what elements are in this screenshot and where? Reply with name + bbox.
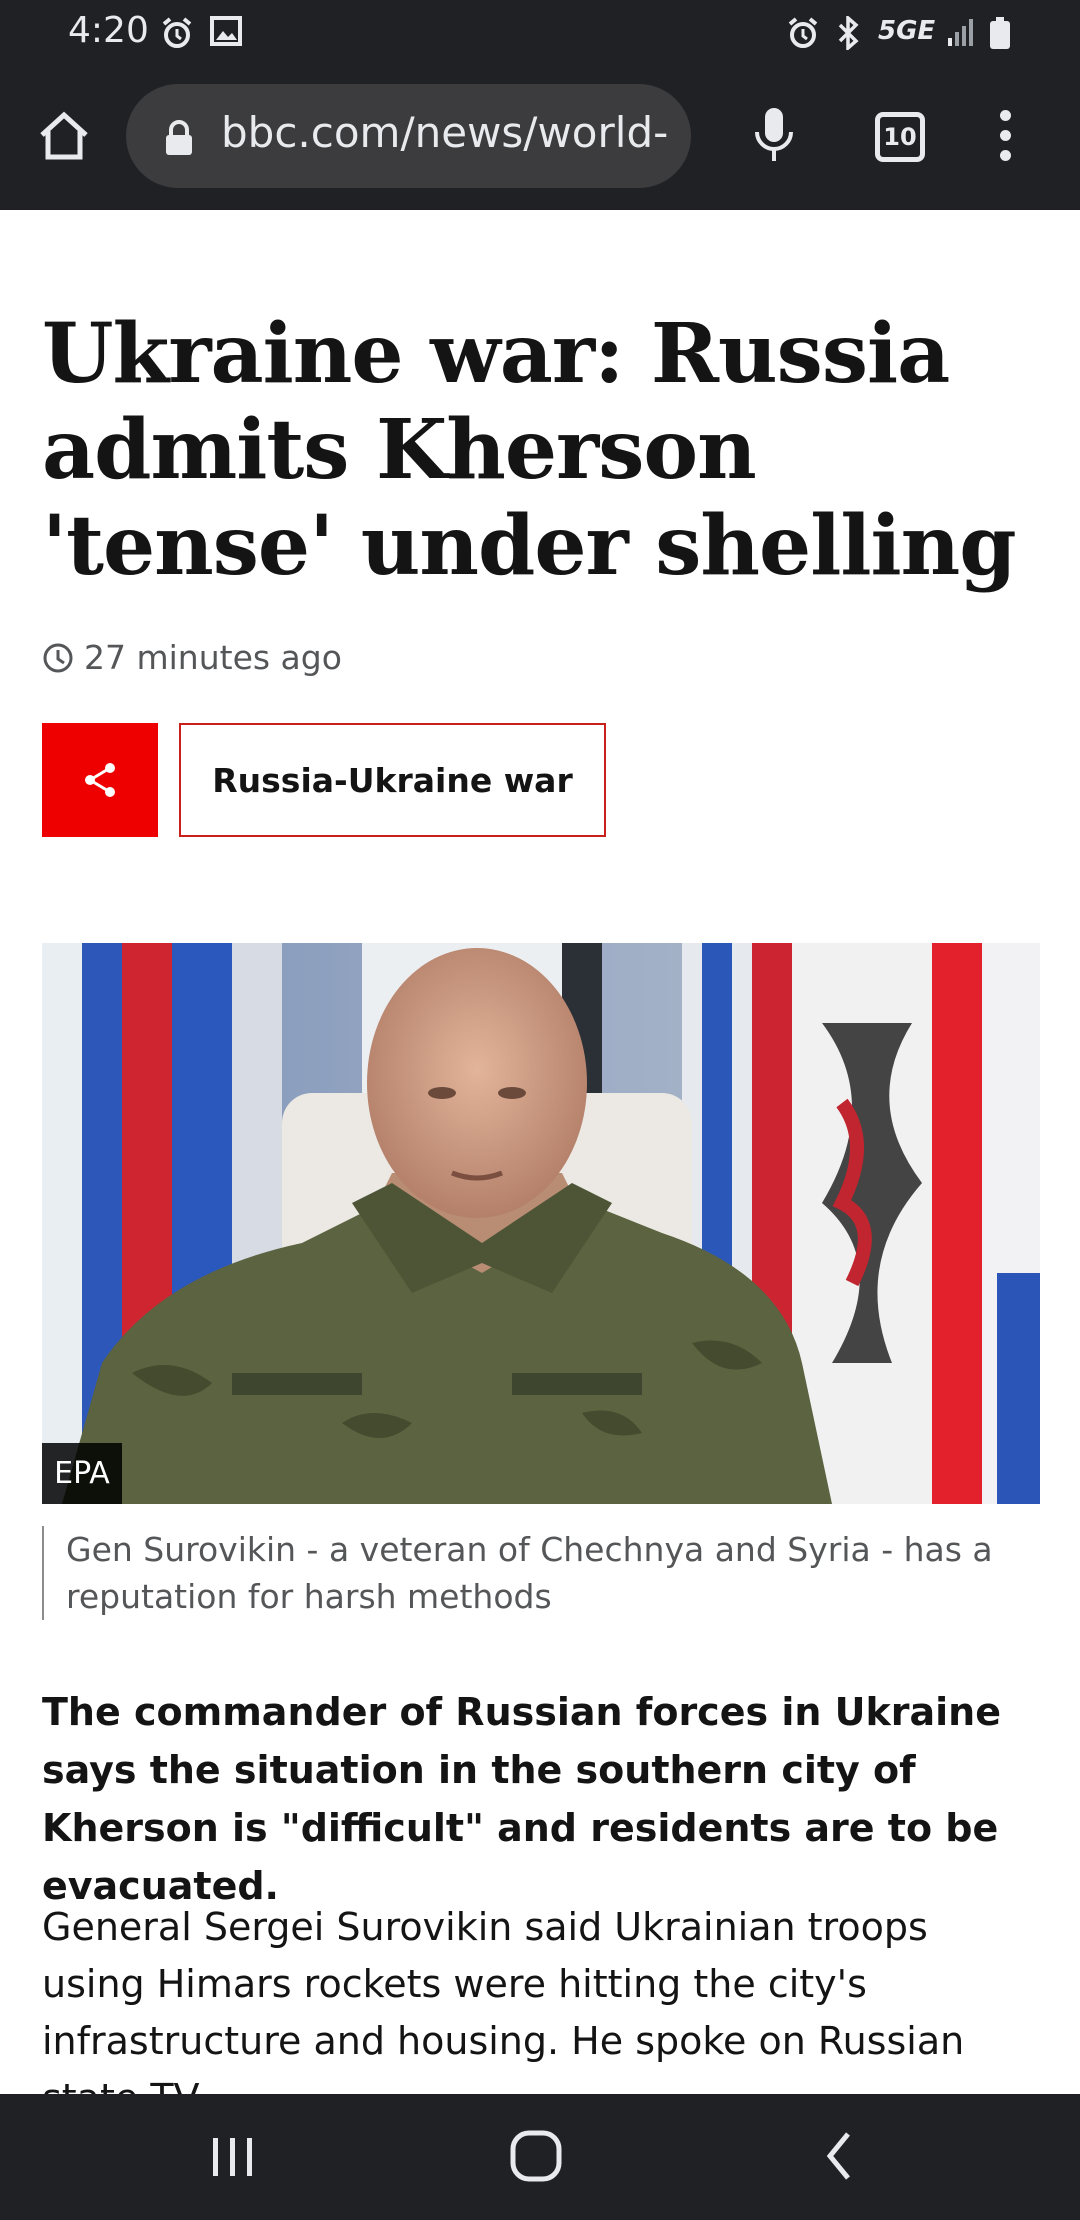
article-paragraph: General Sergei Surovikin said Ukrainian … <box>42 1905 965 2120</box>
battery-icon <box>988 16 1012 54</box>
browser-chrome: 4:20 5GE bbc.com/news/world- 10 <box>0 0 1080 210</box>
topic-tag-button[interactable]: Russia-Ukraine war <box>179 723 606 837</box>
back-button[interactable] <box>818 2122 858 2190</box>
recent-apps-icon <box>213 2138 252 2176</box>
home-circle-icon <box>510 2130 562 2182</box>
home-icon <box>40 111 88 160</box>
microphone-icon <box>755 108 793 161</box>
article-image <box>42 943 1040 1504</box>
network-indicator: 5GE <box>878 16 936 46</box>
article-lede: The commander of Russian forces in Ukrai… <box>42 1690 1001 1908</box>
clock-icon <box>43 643 73 672</box>
tab-switcher-button[interactable]: 10 <box>875 112 925 162</box>
address-bar[interactable]: bbc.com/news/world- <box>126 84 691 188</box>
image-icon <box>210 16 242 50</box>
article-timestamp: 27 minutes ago <box>42 638 342 677</box>
alarm-icon <box>786 16 820 54</box>
browser-toolbar: bbc.com/news/world- 10 <box>0 80 1080 192</box>
share-button[interactable] <box>42 723 158 837</box>
home-button[interactable] <box>30 102 98 170</box>
share-icon <box>85 763 115 797</box>
timestamp-text: 27 minutes ago <box>84 638 342 677</box>
image-credit: EPA <box>42 1443 122 1504</box>
url-text: bbc.com/news/world- <box>221 108 669 157</box>
status-bar: 4:20 5GE <box>0 0 1080 68</box>
voice-search-button[interactable] <box>752 102 796 170</box>
signal-icon <box>946 16 976 52</box>
article-headline: Ukraine war: Russia admits Kherson 'tens… <box>42 306 1017 594</box>
recent-apps-button[interactable] <box>208 2122 258 2190</box>
back-chevron-icon <box>826 2132 850 2180</box>
bluetooth-icon <box>836 14 862 54</box>
system-navigation-bar <box>0 2094 1080 2220</box>
status-time: 4:20 <box>68 10 149 51</box>
overflow-menu-button[interactable] <box>990 110 1020 166</box>
image-caption: Gen Surovikin - a veteran of Chechnya an… <box>42 1526 1032 1620</box>
alarm-icon <box>160 16 194 54</box>
home-nav-button[interactable] <box>508 2122 564 2190</box>
lock-icon <box>164 120 194 160</box>
